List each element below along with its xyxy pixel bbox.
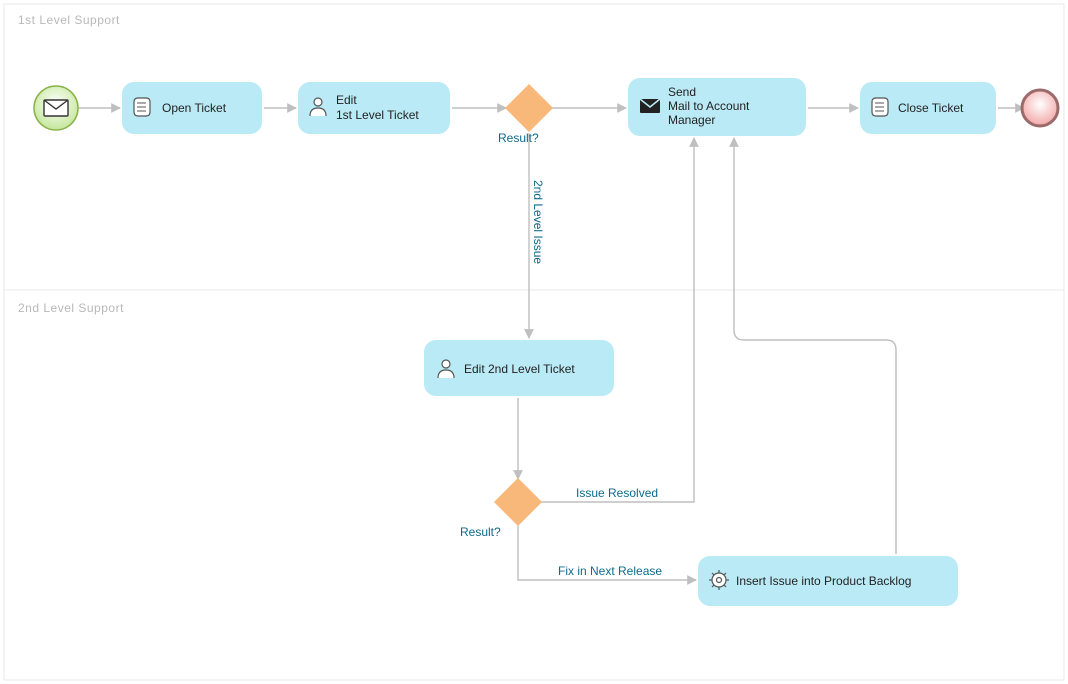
task-close-ticket-label: Close Ticket <box>898 101 964 115</box>
task-edit-2nd: Edit 2nd Level Ticket <box>424 340 614 396</box>
task-open-ticket-label: Open Ticket <box>162 101 227 115</box>
start-event <box>34 86 78 130</box>
task-edit-2nd-label: Edit 2nd Level Ticket <box>464 362 575 376</box>
mail-icon <box>640 99 660 113</box>
task-open-ticket: Open Ticket <box>122 82 262 134</box>
lane-1-label: 1st Level Support <box>18 13 120 27</box>
task-send-mail: Send Mail to Account Manager <box>628 78 806 136</box>
bpmn-diagram: 1st Level Support 2nd Level Support Resu… <box>0 0 1068 684</box>
flow-label-2nd-level-issue: 2nd Level Issue <box>531 180 545 264</box>
gateway-2 <box>494 478 542 526</box>
gateway-1 <box>505 84 553 132</box>
gateway-2-label: Result? <box>460 525 501 539</box>
gear-icon <box>709 570 729 590</box>
task-close-ticket: Close Ticket <box>860 82 996 134</box>
flow-label-fix-next-release: Fix in Next Release <box>558 564 662 578</box>
script-icon <box>134 98 150 116</box>
task-edit-1st: Edit 1st Level Ticket <box>298 82 450 134</box>
flow-g2-sendmail <box>541 138 694 502</box>
task-insert-backlog: Insert Issue into Product Backlog <box>698 556 958 606</box>
lane-2-label: 2nd Level Support <box>18 301 124 315</box>
envelope-icon <box>44 100 68 116</box>
script-icon <box>872 98 888 116</box>
flow-label-issue-resolved: Issue Resolved <box>576 486 658 500</box>
flow-backlog-sendmail <box>734 138 896 554</box>
gateway-1-label: Result? <box>498 131 539 145</box>
end-event <box>1022 90 1058 126</box>
task-insert-backlog-label: Insert Issue into Product Backlog <box>736 574 911 588</box>
